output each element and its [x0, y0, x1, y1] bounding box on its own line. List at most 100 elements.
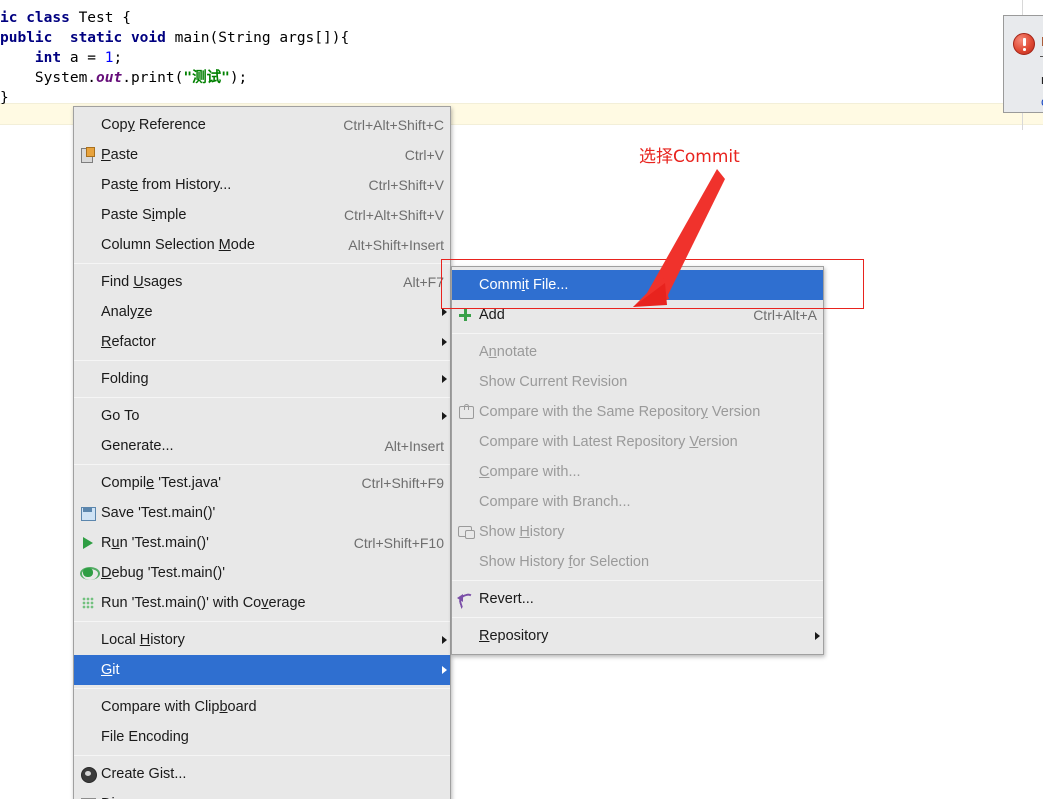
menu-item-icon-slot	[78, 370, 98, 388]
menu-separator	[452, 617, 823, 618]
menu-item-go-to[interactable]: Go To	[74, 401, 450, 431]
revert-icon	[456, 590, 476, 608]
menu-item-revert[interactable]: Revert...	[452, 584, 823, 614]
menu-item-run-test-main[interactable]: Run 'Test.main()' Ctrl+Shift+F10	[74, 528, 450, 558]
code-line: int a = 1;	[0, 48, 122, 68]
menu-item-compare-with-branch: Compare with Branch...	[452, 487, 823, 517]
menu-item-label: Run 'Test.main()' with Coverage	[101, 595, 306, 611]
chevron-right-icon	[442, 308, 447, 316]
menu-item-compare-with: Compare with...	[452, 457, 823, 487]
menu-item-icon-slot	[78, 206, 98, 224]
menu-item-icon-slot	[456, 373, 476, 391]
menu-item-local-history[interactable]: Local History	[74, 625, 450, 655]
menu-item-label: Show History	[479, 524, 565, 540]
menu-item-icon-slot	[78, 407, 98, 425]
debug-icon	[78, 564, 100, 582]
menu-separator	[74, 755, 450, 756]
coverage-icon	[78, 594, 98, 612]
code-line: public static void main(String args[]){	[0, 28, 349, 48]
menu-item-run-test-main-with-coverage[interactable]: Run 'Test.main()' with Coverage	[74, 588, 450, 618]
menu-item-analyze[interactable]: Analyze	[74, 297, 450, 327]
code-token: "测试"	[183, 70, 230, 86]
menu-item-label: Copy Reference	[101, 117, 206, 133]
paste-icon	[78, 146, 98, 164]
menu-item-label: Repository	[479, 628, 549, 644]
menu-item-label: Compare with Latest Repository Version	[479, 434, 738, 450]
menu-separator	[74, 688, 450, 689]
menu-item-folding[interactable]: Folding	[74, 364, 450, 394]
menu-item-label: Local History	[101, 632, 185, 648]
menu-item-icon-slot	[78, 437, 98, 455]
error-icon	[1013, 33, 1035, 55]
menu-item-compile-test-java[interactable]: Compile 'Test.java' Ctrl+Shift+F9	[74, 468, 450, 498]
menu-item-compare-with-clipboard[interactable]: Compare with Clipboard	[74, 692, 450, 722]
menu-item-icon-slot	[78, 116, 98, 134]
menu-item-refactor[interactable]: Refactor	[74, 327, 450, 357]
code-token: ic class	[0, 10, 79, 26]
menu-item-icon-slot	[78, 176, 98, 194]
menu-separator	[74, 464, 450, 465]
code-token: .print(	[122, 70, 184, 86]
screenshot-root: ic class Test {public static void main(S…	[0, 0, 1043, 799]
menu-item-label: Compare with...	[479, 464, 581, 480]
chevron-right-icon	[815, 632, 820, 640]
menu-item-label: Generate...	[101, 438, 174, 454]
save-icon	[78, 504, 98, 522]
menu-item-compare-with-the-same-repository-version: Compare with the Same Repository Version	[452, 397, 823, 427]
chevron-right-icon	[442, 412, 447, 420]
code-token: System.	[0, 70, 97, 86]
editor-context-menu[interactable]: Copy Reference Ctrl+Alt+Shift+C Paste Ctrl+…	[73, 106, 451, 799]
menu-item-label: Paste Simple	[101, 207, 187, 223]
menu-item-label: Debug 'Test.main()'	[101, 565, 226, 581]
inspection-tooltip-panel[interactable]: Ir n c	[1003, 15, 1043, 113]
menu-separator	[452, 333, 823, 334]
menu-item-show-history-for-selection: Show History for Selection	[452, 547, 823, 577]
menu-item-shortcut: Ctrl+Shift+F10	[353, 535, 444, 551]
code-token: a =	[69, 50, 105, 66]
menu-item-shortcut: Alt+Insert	[384, 438, 444, 454]
menu-item-label: Annotate	[479, 344, 538, 360]
menu-item-generate[interactable]: Generate... Alt+Insert	[74, 431, 450, 461]
menu-item-create-gist[interactable]: Create Gist...	[74, 759, 450, 789]
menu-item-label: Create Gist...	[101, 766, 187, 782]
code-token: }	[0, 90, 9, 106]
menu-separator	[452, 580, 823, 581]
menu-item-shortcut: Ctrl+Alt+Shift+V	[344, 207, 444, 223]
menu-item-diagrams[interactable]: Diagrams	[74, 789, 450, 799]
menu-item-find-usages[interactable]: Find Usages Alt+F7	[74, 267, 450, 297]
menu-item-repository[interactable]: Repository	[452, 621, 823, 651]
menu-separator	[74, 621, 450, 622]
menu-item-label: File Encoding	[101, 729, 189, 745]
menu-item-compare-with-latest-repository-version: Compare with Latest Repository Version	[452, 427, 823, 457]
menu-item-copy-reference[interactable]: Copy Reference Ctrl+Alt+Shift+C	[74, 110, 450, 140]
menu-item-paste-from-history[interactable]: Paste from History... Ctrl+Shift+V	[74, 170, 450, 200]
menu-item-icon-slot	[456, 627, 476, 645]
menu-item-debug-test-main[interactable]: Debug 'Test.main()'	[74, 558, 450, 588]
menu-item-annotate: Annotate	[452, 337, 823, 367]
menu-item-paste[interactable]: Paste Ctrl+V	[74, 140, 450, 170]
code-token: ;	[113, 50, 123, 66]
menu-item-paste-simple[interactable]: Paste Simple Ctrl+Alt+Shift+V	[74, 200, 450, 230]
chevron-right-icon	[442, 666, 447, 674]
menu-item-label: Compare with the Same Repository Version	[479, 404, 761, 420]
menu-item-label: Paste	[101, 147, 139, 163]
menu-item-icon-slot	[456, 343, 476, 361]
menu-item-git[interactable]: Git	[74, 655, 450, 685]
annotation-label: 选择Commit	[639, 147, 740, 167]
menu-item-save-test-main[interactable]: Save 'Test.main()'	[74, 498, 450, 528]
code-line: ic class Test {	[0, 8, 131, 28]
git-submenu[interactable]: Commit File... Add Ctrl+Alt+A Annotate Show …	[451, 266, 824, 655]
code-token: 1	[104, 50, 114, 66]
menu-item-label: Show Current Revision	[479, 374, 628, 390]
menu-item-label: Save 'Test.main()'	[101, 505, 216, 521]
menu-item-label: Column Selection Mode	[101, 237, 255, 253]
menu-item-column-selection-mode[interactable]: Column Selection Mode Alt+Shift+Insert	[74, 230, 450, 260]
menu-item-label: Paste from History...	[101, 177, 232, 193]
code-token: );	[229, 70, 248, 86]
menu-separator	[74, 397, 450, 398]
menu-item-label: Diagrams	[101, 789, 444, 799]
chevron-right-icon	[442, 636, 447, 644]
menu-item-show-history: Show History	[452, 517, 823, 547]
menu-item-file-encoding[interactable]: File Encoding	[74, 722, 450, 752]
